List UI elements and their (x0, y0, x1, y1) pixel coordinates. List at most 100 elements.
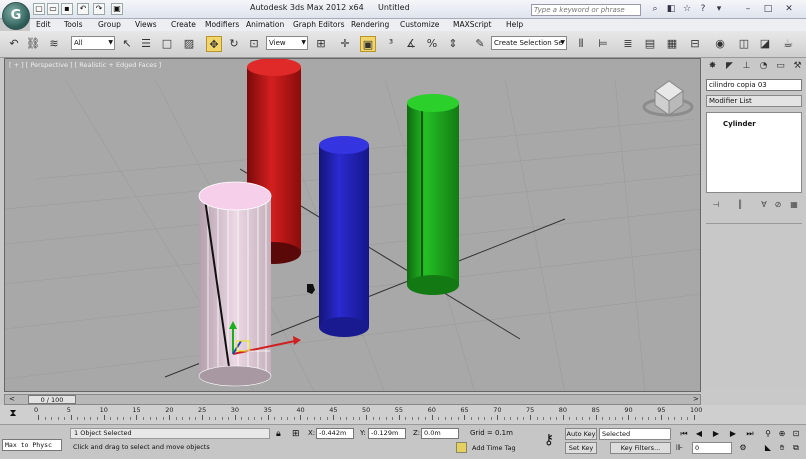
search-input[interactable]: Type a keyword or phrase (531, 4, 641, 16)
angle-snap-icon[interactable]: ∡ (403, 36, 419, 52)
key-filters-button[interactable]: Key Filters... (610, 442, 671, 454)
time-slider[interactable]: 0 / 100 < > (4, 394, 701, 405)
spinner-snap-icon[interactable]: ⇕ (445, 36, 461, 52)
application-menu-icon[interactable]: G (2, 2, 30, 30)
go-to-end-icon[interactable]: ⏭ (744, 428, 756, 440)
menu-group[interactable]: Group (98, 20, 121, 29)
object-name-field[interactable]: cilindro copia 03 (706, 79, 802, 91)
menu-modifiers[interactable]: Modifiers (205, 20, 239, 29)
show-end-result-icon[interactable]: ║ (734, 199, 746, 211)
render-production-icon[interactable]: ☕ (780, 36, 796, 52)
viewport-label[interactable]: [ + ] [ Perspective ] [ Realistic + Edge… (9, 61, 161, 69)
maximize-icon[interactable]: □ (762, 3, 774, 15)
auto-key-button[interactable]: Auto Key (565, 428, 597, 440)
align-icon[interactable]: ⊨ (595, 36, 611, 52)
absolute-mode-icon[interactable]: ⊞ (292, 428, 304, 440)
link-icon[interactable]: ⛓ (25, 36, 41, 52)
menu-customize[interactable]: Customize (400, 20, 439, 29)
menu-animation[interactable]: Animation (246, 20, 284, 29)
current-frame-field[interactable]: 0 (692, 442, 732, 454)
time-configuration-icon[interactable]: ⚙ (737, 442, 749, 454)
next-frame-icon[interactable]: ▶ (727, 428, 739, 440)
maxscript-listener-input[interactable]: Max to Physc (2, 439, 62, 451)
select-manipulate-icon[interactable]: ✛ (337, 36, 353, 52)
maximize-viewport-icon[interactable]: ⧉ (790, 442, 802, 454)
select-and-scale-icon[interactable]: ⊡ (246, 36, 262, 52)
window-crossing-icon[interactable]: ▨ (181, 36, 197, 52)
select-and-rotate-icon[interactable]: ↻ (226, 36, 242, 52)
select-and-move-icon[interactable]: ✥ (206, 36, 222, 52)
key-mode-toggle-icon[interactable]: ⊪ (676, 442, 688, 454)
configure-sets-icon[interactable]: ▦ (788, 199, 800, 211)
add-time-tag[interactable]: Add Time Tag (468, 442, 528, 454)
z-coordinate-field[interactable]: 0.0m (421, 428, 459, 439)
communication-center-icon[interactable]: ☆ (681, 3, 693, 15)
perspective-viewport[interactable]: [ + ] [ Perspective ] [ Realistic + Edge… (4, 58, 701, 392)
pin-stack-icon[interactable]: ⊣ (710, 199, 722, 211)
previous-frame-icon[interactable]: ◀ (693, 428, 705, 440)
help-menu-icon[interactable]: ▾ (713, 3, 725, 15)
menu-views[interactable]: Views (135, 20, 157, 29)
stack-item-cylinder[interactable]: Cylinder (707, 119, 801, 129)
viewcube-icon[interactable] (642, 80, 694, 117)
selection-filter-dropdown[interactable]: All ▼ (71, 36, 115, 50)
subscription-icon[interactable]: ◧ (665, 3, 677, 15)
y-coordinate-field[interactable]: -0.129m (368, 428, 406, 439)
mirror-icon[interactable]: ⫴ (573, 36, 589, 52)
x-coordinate-field[interactable]: -0.442m (316, 428, 354, 439)
zoom-all-icon[interactable]: ⊕ (776, 428, 788, 440)
motion-tab-icon[interactable]: ◔ (757, 60, 770, 73)
field-of-view-icon[interactable]: ◣ (762, 442, 774, 454)
slider-prev-icon[interactable]: < (9, 395, 15, 403)
create-tab-icon[interactable]: ✸ (706, 60, 719, 73)
schematic-view-icon[interactable]: ⊟ (687, 36, 703, 52)
redo-icon[interactable]: ↷ (93, 3, 105, 15)
select-object-icon[interactable]: ↖ (119, 36, 135, 52)
named-selection-dropdown[interactable]: Create Selection Se ▼ (491, 36, 567, 50)
project-folder-icon[interactable]: ▣ (111, 3, 123, 15)
modify-tab-icon[interactable]: ◤ (723, 60, 736, 73)
lock-selection-icon[interactable]: 🔒︎ (276, 428, 288, 440)
hierarchy-tab-icon[interactable]: ⊥ (740, 60, 753, 73)
binoculars-icon[interactable]: ⌕ (649, 3, 661, 15)
green-cylinder[interactable] (407, 94, 459, 295)
rectangular-selection-icon[interactable]: □ (159, 36, 175, 52)
slider-next-icon[interactable]: > (693, 395, 699, 403)
display-tab-icon[interactable]: ▭ (774, 60, 787, 73)
save-icon[interactable]: ▪ (61, 3, 73, 15)
select-by-name-icon[interactable]: ☰ (138, 36, 154, 52)
time-tag-icon[interactable] (456, 442, 467, 453)
set-key-button[interactable]: Set Key (565, 442, 597, 454)
menu-create[interactable]: Create (171, 20, 196, 29)
zoom-icon[interactable]: ⚲ (762, 428, 774, 440)
mini-curve-editor-icon[interactable]: ⧗ (7, 408, 19, 420)
menu-rendering[interactable]: Rendering (351, 20, 389, 29)
curve-editor-icon[interactable]: ▦ (664, 36, 680, 52)
play-icon[interactable]: ▶ (710, 428, 722, 440)
modifier-list-dropdown[interactable]: Modifier List (706, 95, 802, 107)
material-editor-icon[interactable]: ◉ (712, 36, 728, 52)
reference-coordinate-dropdown[interactable]: View ▼ (266, 36, 308, 50)
bind-space-warp-icon[interactable]: ≋ (46, 36, 62, 52)
new-file-icon[interactable]: ▢ (33, 3, 45, 15)
pan-view-icon[interactable]: ✋︎ (776, 442, 788, 454)
close-icon[interactable]: ✕ (783, 3, 795, 15)
track-bar[interactable]: ⧗ 0 5 10 15 20 25 30 35 40 45 50 55 60 65 70 75 80 85 90 95… (0, 405, 806, 425)
blue-cylinder[interactable] (319, 136, 369, 337)
menu-tools[interactable]: Tools (64, 20, 82, 29)
menu-graph-editors[interactable]: Graph Editors (293, 20, 345, 29)
pink-cylinder-selected[interactable] (198, 181, 272, 387)
key-mode-dropdown[interactable]: Selected (599, 428, 671, 440)
pivot-center-icon[interactable]: ⊞ (313, 36, 329, 52)
percent-snap-icon[interactable]: % (424, 36, 440, 52)
layer-manager-icon[interactable]: ≣ (620, 36, 636, 52)
rendered-frame-window-icon[interactable]: ◪ (757, 36, 773, 52)
set-keys-key-icon[interactable]: ⚷ (540, 431, 558, 449)
edit-named-selection-icon[interactable]: ✎ (472, 36, 488, 52)
keyboard-shortcut-override-icon[interactable]: ▣ (360, 36, 376, 52)
undo-toolbar-icon[interactable]: ↶ (6, 36, 22, 52)
undo-icon[interactable]: ↶ (77, 3, 89, 15)
zoom-extents-icon[interactable]: ⊡ (790, 428, 802, 440)
remove-modifier-icon[interactable]: ⊘ (772, 199, 784, 211)
open-file-icon[interactable]: ▭ (47, 3, 59, 15)
